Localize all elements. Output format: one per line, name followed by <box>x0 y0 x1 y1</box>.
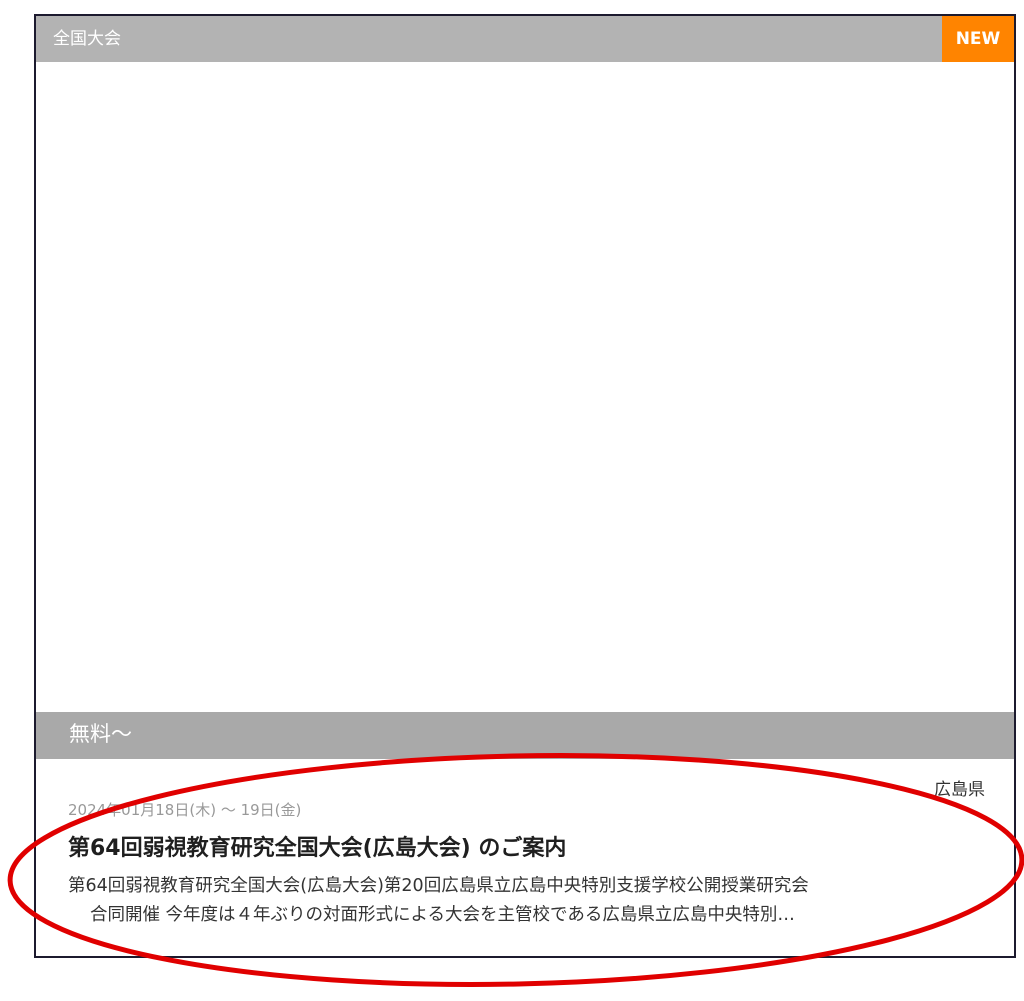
event-details: 広島県 2024年01月18日(木) 〜 19日(金) 第64回弱視教育研究全国… <box>36 759 1014 956</box>
description-line-1: 第64回弱視教育研究全国大会(広島大会)第20回広島県立広島中央特別支援学校公開… <box>68 876 809 896</box>
category-bar: 全国大会 NEW <box>36 16 1014 62</box>
event-title[interactable]: 第64回弱視教育研究全国大会(広島大会) のご案内 <box>68 830 566 862</box>
event-card[interactable]: 全国大会 NEW 無料〜 広島県 2024年01月18日(木) 〜 19日(金)… <box>34 14 1016 958</box>
event-description: 第64回弱視教育研究全国大会(広島大会)第20回広島県立広島中央特別支援学校公開… <box>68 872 988 930</box>
new-badge: NEW <box>942 16 1014 62</box>
price-label: 無料〜 <box>69 722 132 746</box>
price-bar: 無料〜 <box>36 712 1014 759</box>
page: 全国大会 NEW 無料〜 広島県 2024年01月18日(木) 〜 19日(金)… <box>0 0 1024 1001</box>
event-image[interactable] <box>36 62 1014 712</box>
event-date: 2024年01月18日(木) 〜 19日(金) <box>68 801 302 819</box>
description-line-2: 合同開催 今年度は４年ぶりの対面形式による大会を主管校である広島県立広島中央特別… <box>90 905 795 925</box>
region-label: 広島県 <box>934 780 985 800</box>
category-label: 全国大会 <box>53 29 121 49</box>
